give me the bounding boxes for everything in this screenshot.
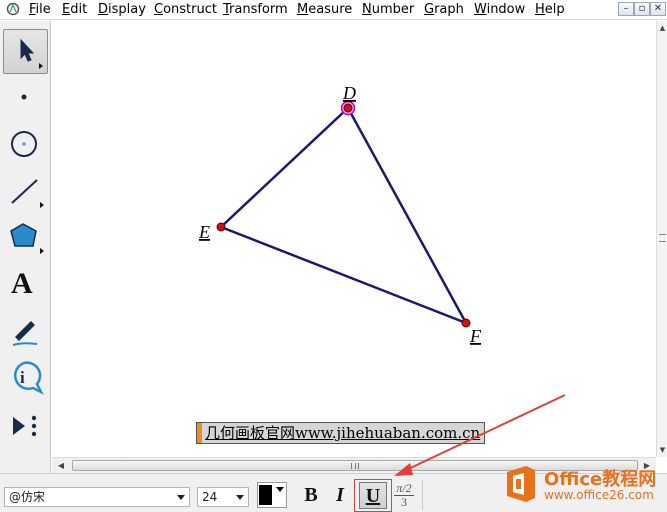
compass-tool[interactable]	[3, 123, 48, 168]
font-name-select[interactable]: @仿宋	[4, 487, 190, 507]
menu-label-rest: ransform	[229, 2, 288, 17]
compass-tool-icon	[11, 131, 37, 157]
polygon-tool[interactable]	[3, 215, 48, 260]
menu-label-rest: easure	[308, 2, 353, 17]
restore-button[interactable]: ▫	[634, 2, 650, 16]
point-tool-icon	[21, 94, 27, 100]
bold-button[interactable]: B	[297, 482, 325, 509]
menu-item-edit[interactable]: Edit	[62, 2, 87, 18]
arrow-tool-icon	[20, 38, 43, 69]
segment-EF[interactable]	[220, 225, 467, 325]
menu-mnemonic: M	[297, 2, 309, 17]
caption-accent	[197, 423, 202, 443]
segment-DF[interactable]	[346, 107, 468, 324]
menu-label-rest: raph	[434, 2, 464, 17]
custom-tool[interactable]	[3, 405, 48, 450]
text-tool-icon: A	[11, 267, 33, 300]
menu-item-construct[interactable]: Construct	[154, 2, 217, 18]
math-denominator: 3	[401, 495, 407, 509]
straightedge-tool-icon	[11, 179, 44, 208]
menu-item-graph[interactable]: Graph	[424, 2, 464, 18]
scroll-up-icon[interactable]: ▲	[658, 23, 667, 33]
chevron-down-icon	[276, 487, 284, 492]
label-F[interactable]: F	[469, 326, 482, 346]
underline-button[interactable]: U	[359, 482, 387, 509]
menu-mnemonic: G	[424, 2, 435, 17]
office-logo-icon	[507, 466, 535, 502]
menu-mnemonic: H	[535, 2, 545, 17]
point-D[interactable]	[343, 103, 353, 113]
menu-label-rest: ile	[35, 2, 51, 17]
font-size-select[interactable]: 24	[197, 487, 249, 507]
point-F[interactable]	[461, 318, 471, 328]
chevron-down-icon	[236, 495, 244, 500]
font-name-value: @仿宋	[9, 490, 46, 504]
custom-tool-icon	[13, 415, 37, 437]
vertical-scroll-grip[interactable]	[659, 234, 666, 242]
text-tool[interactable]: A	[3, 261, 48, 306]
watermark-url: www.office26.com	[544, 488, 654, 502]
menu-label-rest: umber	[371, 2, 415, 17]
color-swatch	[259, 485, 272, 505]
menu-label-rest: elp	[544, 2, 565, 17]
menu-bar: File Edit Display Construct Transform Measure…	[0, 0, 667, 20]
point-E[interactable]	[216, 222, 226, 232]
app-icon[interactable]	[6, 2, 20, 16]
marker-tool-icon	[12, 321, 38, 346]
menu-mnemonic: N	[362, 2, 372, 17]
menu-item-measure[interactable]: Measure	[297, 2, 352, 18]
svg-text:i: i	[20, 368, 25, 387]
menu-label-rest: indow	[486, 2, 526, 17]
arrow-tool[interactable]	[3, 29, 48, 74]
polygon-tool-icon	[10, 223, 44, 254]
scroll-down-icon[interactable]: ▼	[658, 445, 667, 455]
menu-item-file[interactable]: File	[29, 2, 51, 18]
chevron-down-icon	[177, 495, 185, 500]
menu-mnemonic: W	[474, 2, 487, 17]
menu-item-number[interactable]: Number	[362, 2, 414, 18]
menu-label-rest: dit	[70, 2, 88, 17]
menu-mnemonic: D	[98, 2, 109, 17]
point-tool[interactable]	[3, 77, 48, 122]
label-D[interactable]: D	[342, 83, 356, 103]
menu-label-rest: isplay	[108, 2, 146, 17]
font-size-value: 24	[202, 490, 218, 504]
menu-item-display[interactable]: Display	[98, 2, 146, 18]
marker-tool[interactable]	[3, 309, 48, 354]
minimize-button[interactable]: –	[618, 2, 634, 16]
text-color-picker[interactable]	[257, 482, 287, 508]
menu-mnemonic: C	[154, 2, 164, 17]
toolbox: A i	[0, 21, 51, 473]
label-E[interactable]: E	[198, 222, 210, 242]
menu-item-window[interactable]: Window	[474, 2, 525, 18]
information-tool-icon: i	[14, 361, 44, 395]
straightedge-tool[interactable]	[3, 169, 48, 214]
italic-button[interactable]: I	[326, 482, 354, 509]
menu-label-rest: onstruct	[163, 2, 217, 17]
watermark-logo: Office教程网 www.office26.com	[500, 460, 667, 512]
segment-DE[interactable]	[220, 107, 349, 228]
information-tool[interactable]: i	[3, 355, 48, 400]
vertical-scrollbar[interactable]: ▲ ▼	[656, 21, 667, 457]
menu-item-transform[interactable]: Transform	[223, 2, 288, 18]
close-button[interactable]: ✕	[650, 2, 666, 16]
menu-mnemonic: E	[62, 2, 71, 17]
scroll-left-icon[interactable]: ◀	[55, 460, 67, 472]
horizontal-scroll-grip	[351, 463, 359, 469]
menu-item-help[interactable]: Help	[535, 2, 565, 18]
